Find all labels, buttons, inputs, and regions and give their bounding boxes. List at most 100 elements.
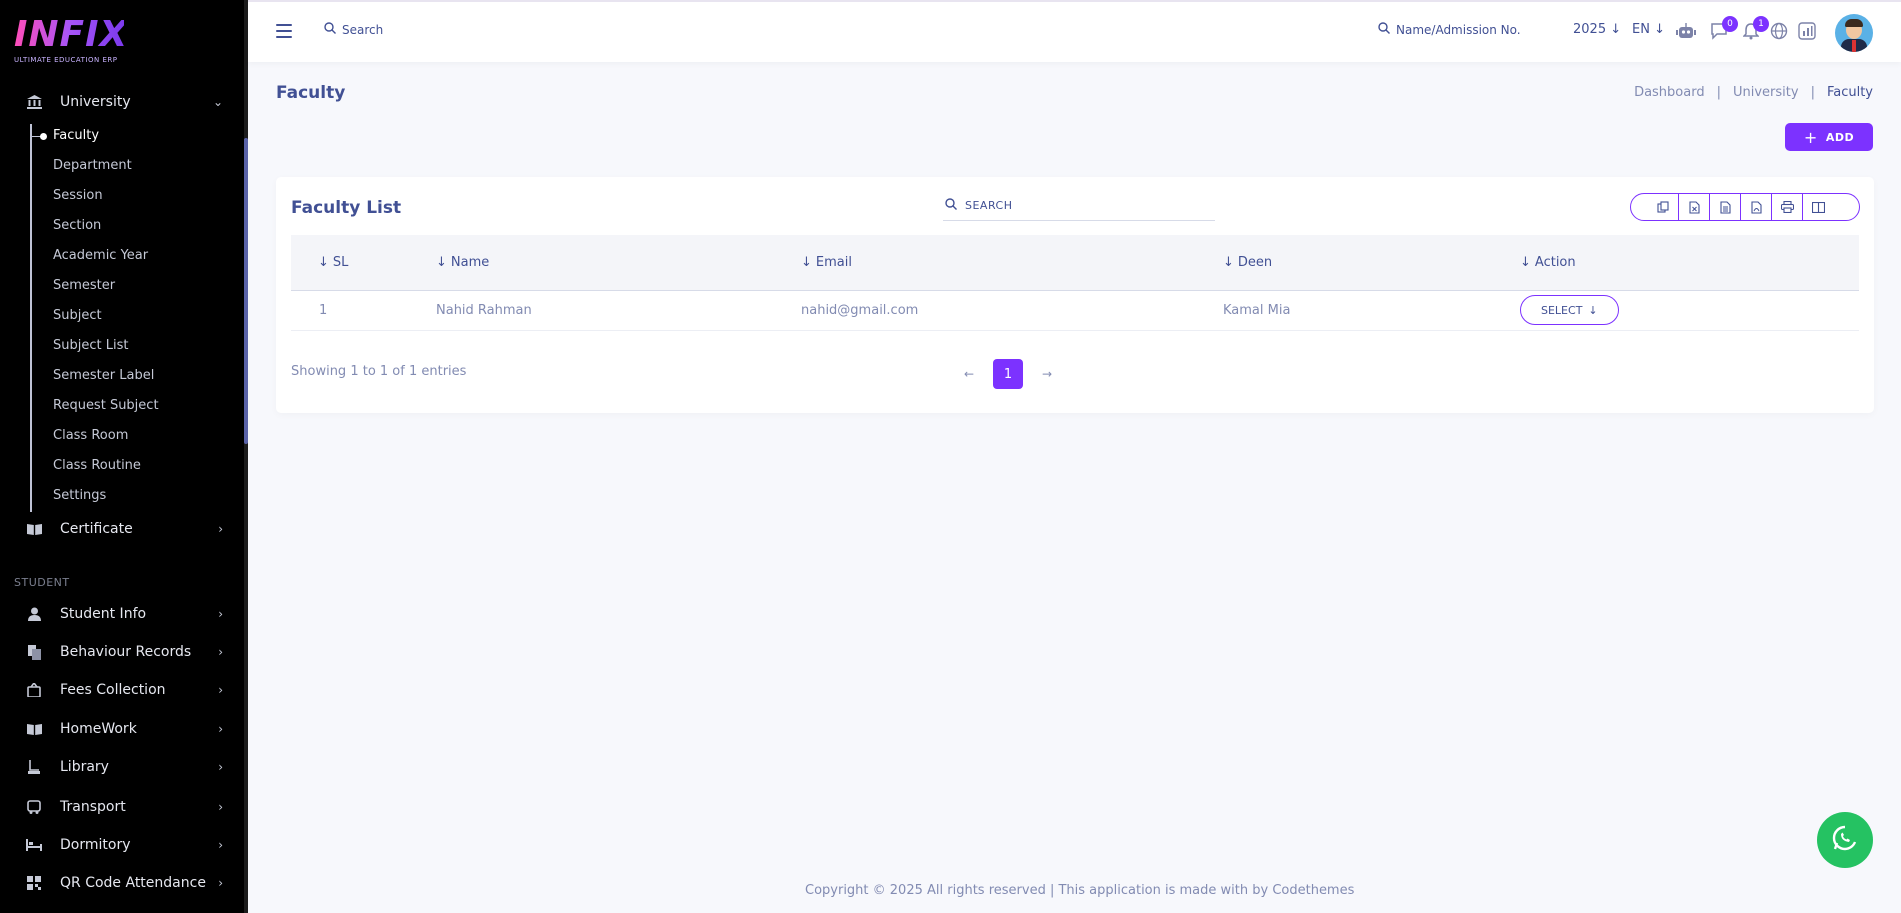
university-icon	[26, 94, 42, 110]
sidebar-item-student-info[interactable]: Student Info ›	[0, 598, 245, 630]
sidebar-item-library[interactable]: Library ›	[0, 751, 245, 783]
sidebar-item-label: QR Code Attendance	[60, 875, 206, 891]
previous-page-icon[interactable]: ←	[959, 367, 979, 381]
notification-badge: 1	[1753, 16, 1769, 32]
sidebar-subitem-session[interactable]: Session	[53, 186, 103, 206]
footer-copyright: Copyright © 2025 All rights reserved | T…	[805, 883, 1355, 898]
top-bar: Search Name/Admission No. 2025 ↓ EN ↓ 0 …	[248, 0, 1901, 62]
excel-icon[interactable]	[1678, 194, 1709, 220]
faculty-table: ↓ SL ↓ Name ↓ Email ↓ Deen ↓ Action 1 Nahid R…	[291, 235, 1859, 331]
sidebar-item-label: Behaviour Records	[60, 644, 192, 660]
column-header-email[interactable]: ↓ Email	[801, 235, 1223, 291]
add-faculty-button[interactable]: + ADD	[1785, 123, 1873, 151]
table-row: 1 Nahid Rahman nahid@gmail.com Kamal Mia…	[291, 290, 1859, 331]
sidebar-subitem-department[interactable]: Department	[53, 156, 132, 176]
faculty-list-card: Faculty List SEARCH ↓ SL ↓ Name ↓ Email …	[276, 177, 1874, 413]
sidebar-item-label: Student Info	[60, 606, 147, 622]
sidebar: INFIX ULTIMATE EDUCATION ERP University …	[0, 0, 245, 913]
table-search-input[interactable]: SEARCH	[943, 191, 1215, 221]
chevron-right-icon: ›	[218, 876, 223, 890]
sidebar-item-qr-code-attendance[interactable]: QR Code Attendance ›	[0, 867, 245, 899]
user-avatar[interactable]	[1835, 14, 1873, 52]
chevron-right-icon: ›	[218, 800, 223, 814]
breadcrumb-dashboard[interactable]: Dashboard	[1634, 85, 1705, 100]
sidebar-item-behaviour-records[interactable]: Behaviour Records ›	[0, 636, 245, 668]
cell-deen: Kamal Mia	[1223, 290, 1520, 331]
year-value: 2025	[1573, 22, 1607, 37]
menu-toggle-icon[interactable]	[276, 24, 292, 38]
sidebar-item-label: Dormitory	[60, 837, 131, 853]
bus-icon	[26, 799, 42, 815]
entries-info: Showing 1 to 1 of 1 entries	[291, 364, 467, 379]
column-header-action[interactable]: ↓ Action	[1520, 235, 1859, 291]
sidebar-item-homework[interactable]: HomeWork ›	[0, 713, 245, 745]
logo[interactable]: INFIX ULTIMATE EDUCATION ERP	[14, 16, 127, 68]
pagination: ← 1 →	[959, 359, 1057, 389]
print-icon[interactable]	[1771, 194, 1802, 220]
breadcrumb: Dashboard | University | Faculty	[1634, 85, 1873, 100]
global-search-label: Search	[342, 22, 384, 37]
pdf-icon[interactable]	[1740, 194, 1771, 220]
analytics-icon[interactable]	[1797, 22, 1817, 42]
sidebar-item-certificate[interactable]: Certificate ›	[0, 513, 245, 545]
language-value: EN	[1632, 22, 1650, 37]
sidebar-subitem-section[interactable]: Section	[53, 216, 101, 236]
sidebar-item-fees-collection[interactable]: Fees Collection ›	[0, 674, 245, 706]
sidebar-subitem-subject-list[interactable]: Subject List	[53, 336, 128, 356]
sidebar-item-transport[interactable]: Transport ›	[0, 791, 245, 823]
sort-arrow-icon: ↓	[318, 254, 329, 270]
sidebar-subitem-faculty[interactable]: Faculty	[53, 126, 99, 146]
chevron-right-icon: ›	[218, 838, 223, 852]
book-icon	[26, 721, 42, 737]
search-icon	[1378, 22, 1390, 37]
page-number-button[interactable]: 1	[993, 359, 1023, 389]
qr-icon	[26, 875, 42, 891]
copy-icon[interactable]	[1647, 194, 1678, 220]
action-select-button[interactable]: SELECT ↓	[1520, 295, 1619, 325]
sidebar-subitem-class-room[interactable]: Class Room	[53, 426, 128, 446]
records-icon	[26, 644, 42, 660]
globe-icon[interactable]	[1769, 22, 1789, 42]
breadcrumb-separator: |	[1716, 85, 1721, 100]
year-selector[interactable]: 2025 ↓	[1573, 22, 1621, 37]
columns-icon[interactable]	[1802, 194, 1833, 220]
csv-icon[interactable]	[1709, 194, 1740, 220]
sidebar-subitem-semester[interactable]: Semester	[53, 276, 115, 296]
chevron-right-icon: ›	[218, 645, 223, 659]
search-placeholder: SEARCH	[965, 199, 1013, 212]
sidebar-scrollbar-thumb[interactable]	[244, 138, 248, 444]
language-selector[interactable]: EN ↓	[1632, 22, 1665, 37]
column-header-name[interactable]: ↓ Name	[436, 235, 801, 291]
sidebar-subitem-settings[interactable]: Settings	[53, 486, 106, 506]
breadcrumb-separator: |	[1810, 85, 1815, 100]
book-icon	[26, 521, 42, 537]
global-search[interactable]: Search	[324, 22, 383, 37]
sidebar-scrollbar[interactable]	[244, 0, 248, 913]
student-search[interactable]: Name/Admission No.	[1378, 22, 1521, 37]
whatsapp-icon	[1831, 824, 1859, 856]
sidebar-subitem-request-subject[interactable]: Request Subject	[53, 396, 159, 416]
breadcrumb-university[interactable]: University	[1733, 85, 1799, 100]
arrow-down-icon: ↓	[1588, 303, 1598, 317]
sidebar-subitem-semester-label[interactable]: Semester Label	[53, 366, 154, 386]
next-page-icon[interactable]: →	[1037, 367, 1057, 381]
column-header-deen[interactable]: ↓ Deen	[1223, 235, 1520, 291]
chat-badge: 0	[1722, 16, 1738, 32]
whatsapp-chat-button[interactable]	[1817, 812, 1873, 868]
sidebar-subitem-class-routine[interactable]: Class Routine	[53, 456, 141, 476]
sidebar-item-dormitory[interactable]: Dormitory ›	[0, 829, 245, 861]
sort-arrow-icon: ↓	[801, 254, 812, 270]
column-header-sl[interactable]: ↓ SL	[291, 235, 436, 291]
bed-icon	[26, 837, 42, 853]
cell-email: nahid@gmail.com	[801, 290, 1223, 331]
sidebar-subitem-academic-year[interactable]: Academic Year	[53, 246, 148, 266]
fees-icon	[26, 682, 42, 698]
cell-action: SELECT ↓	[1520, 290, 1859, 331]
card-title: Faculty List	[291, 198, 402, 218]
logo-tagline: ULTIMATE EDUCATION ERP	[14, 56, 118, 64]
sidebar-subitem-subject[interactable]: Subject	[53, 306, 102, 326]
arrow-down-icon: ↓	[1610, 22, 1622, 37]
robot-icon[interactable]	[1676, 22, 1696, 42]
section-label-student: STUDENT	[14, 576, 70, 589]
sidebar-item-university[interactable]: University ⌄	[0, 86, 245, 118]
